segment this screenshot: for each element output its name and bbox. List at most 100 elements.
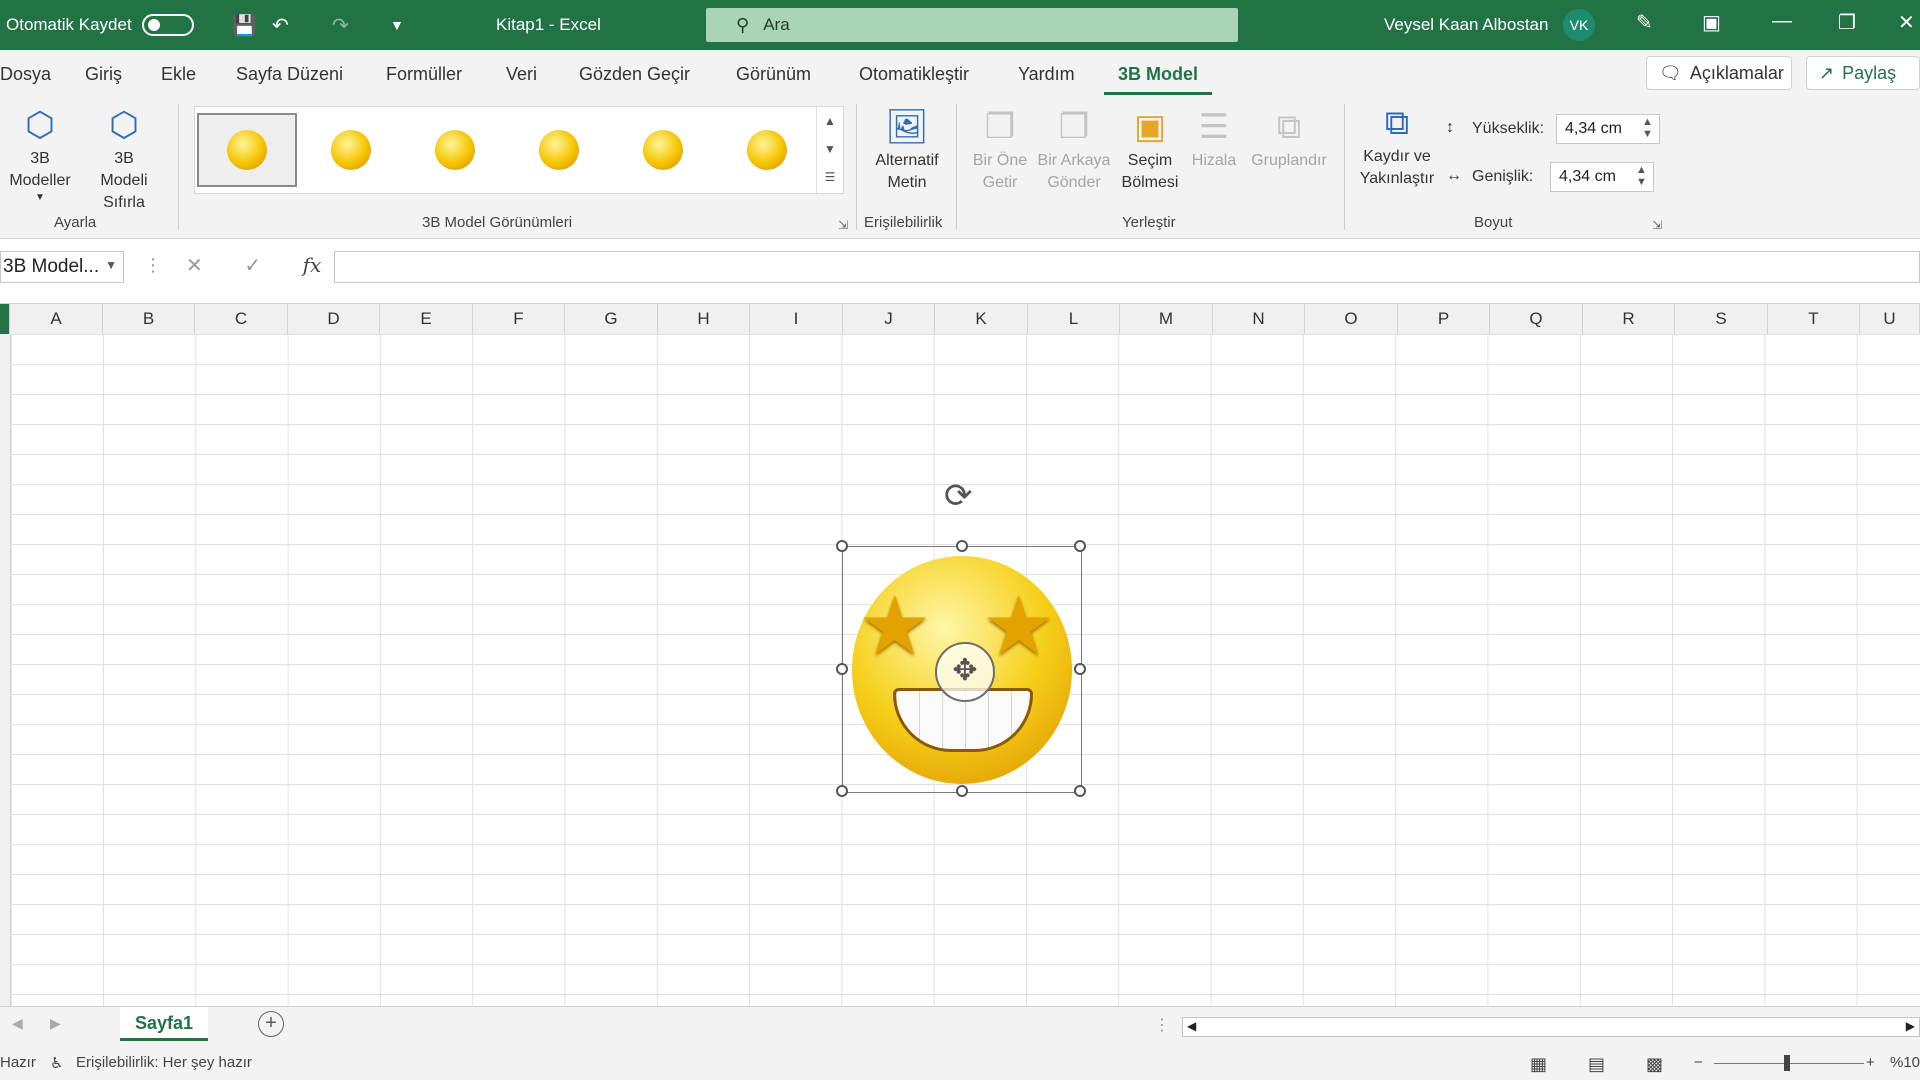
column-header[interactable]: K [935,304,1028,334]
cancel-icon[interactable]: ✕ [186,255,203,277]
view-thumb-4[interactable] [509,113,609,187]
tab-3b-model[interactable]: 3B Model [1103,64,1213,95]
pan-zoom-button[interactable]: ⧉ Kaydır ve Yakınlaştır [1352,102,1442,190]
split-handle-icon[interactable]: ⋮ [1154,1015,1170,1035]
resize-handle[interactable] [836,663,848,675]
customize-toolbar-icon[interactable]: ▼ [390,17,404,33]
column-header[interactable]: F [473,304,565,334]
tab-gorunum[interactable]: Görünüm [736,64,811,85]
ribbon-display-icon[interactable]: ▣ [1702,10,1721,35]
tab-otomatiklestir[interactable]: Otomatikleştir [859,64,969,85]
column-header[interactable]: H [658,304,750,334]
column-header[interactable]: O [1305,304,1398,334]
resize-handle[interactable] [1074,540,1086,552]
3d-rotate-control-icon[interactable]: ✥ [935,642,995,702]
scroll-right-icon[interactable]: ▶ [1906,1019,1915,1033]
undo-icon[interactable]: ↶ [272,13,289,38]
tab-gozden-gecir[interactable]: Gözden Geçir [579,64,690,85]
resize-handle[interactable] [836,785,848,797]
restore-icon[interactable]: ❐ [1838,10,1856,35]
accessibility-status[interactable]: Erişilebilirlik: Her şey hazır [76,1054,252,1071]
resize-handle[interactable] [956,785,968,797]
column-header[interactable]: A [10,304,103,334]
resize-handle[interactable] [956,540,968,552]
zoom-in-icon[interactable]: + [1866,1054,1875,1071]
next-sheet-icon[interactable]: ▶ [50,1015,61,1032]
formula-input[interactable] [334,251,1920,283]
zoom-slider-thumb[interactable] [1784,1055,1790,1071]
name-box[interactable]: 3B Model... ▼ [0,251,124,283]
width-spinner-icon[interactable]: ▲ ▼ [1636,164,1647,188]
close-icon[interactable]: ✕ [1898,10,1915,35]
insert-function-icon[interactable]: fx [303,253,322,277]
user-name[interactable]: Veysel Kaan Albostan [1384,15,1548,35]
add-sheet-icon[interactable]: + [258,1011,284,1037]
avatar[interactable]: VK [1563,9,1595,41]
zoom-out-icon[interactable]: − [1694,1054,1703,1071]
column-header[interactable]: I [750,304,843,334]
tab-veri[interactable]: Veri [506,64,537,85]
gallery-scroll[interactable]: ▲ ▼ ☰ [816,107,843,193]
view-thumb-1[interactable] [197,113,297,187]
tab-dosya[interactable]: Dosya [0,64,51,85]
send-backward-button[interactable]: ❐ Bir Arkaya Gönder [1034,106,1114,194]
normal-view-icon[interactable]: ▦ [1530,1054,1547,1075]
dialog-launcher-icon[interactable]: ⇲ [838,218,848,232]
column-header[interactable]: T [1768,304,1860,334]
column-header[interactable]: J [843,304,935,334]
column-header[interactable]: P [1398,304,1490,334]
gallery-down-icon[interactable]: ▼ [817,135,843,163]
column-header[interactable]: E [380,304,473,334]
column-header[interactable]: S [1675,304,1768,334]
comments-button[interactable]: 🗨 Açıklamalar [1646,56,1792,90]
column-header[interactable]: D [288,304,380,334]
search-box[interactable]: ⚲ Ara [706,8,1238,42]
redo-icon[interactable]: ↷ [332,13,349,38]
resize-handle[interactable] [1074,663,1086,675]
column-header[interactable]: C [195,304,288,334]
selection-pane-button[interactable]: ▣ Seçim Bölmesi [1114,106,1186,194]
pen-icon[interactable]: ✎ [1636,10,1653,35]
rotate-handle-icon[interactable]: ⟳ [944,476,973,516]
reset-3d-model-button[interactable]: ⬡ 3B Modeli Sıfırla [82,104,166,214]
gallery-more-icon[interactable]: ☰ [817,163,843,191]
tab-giris[interactable]: Giriş [85,64,122,85]
page-layout-view-icon[interactable]: ▤ [1588,1054,1605,1075]
prev-sheet-icon[interactable]: ◀ [12,1015,23,1032]
column-header[interactable]: G [565,304,658,334]
view-thumb-3[interactable] [405,113,505,187]
column-header[interactable]: M [1120,304,1213,334]
resize-handle[interactable] [836,540,848,552]
column-header[interactable]: U [1860,304,1920,334]
page-break-view-icon[interactable]: ▩ [1646,1054,1663,1075]
autosave-toggle[interactable] [141,14,194,36]
confirm-icon[interactable]: ✓ [244,255,261,277]
autosave[interactable]: Otomatik Kaydet [6,14,194,36]
tab-formuller[interactable]: Formüller [386,64,462,85]
view-thumb-6[interactable] [717,113,817,187]
save-icon[interactable]: 💾 [232,13,257,38]
column-header[interactable]: R [1583,304,1675,334]
view-thumb-2[interactable] [301,113,401,187]
scroll-left-icon[interactable]: ◀ [1187,1019,1196,1033]
resize-handle[interactable] [1074,785,1086,797]
3d-views-gallery[interactable]: ▲ ▼ ☰ [194,106,844,194]
zoom-level[interactable]: %100 [1890,1054,1920,1071]
view-thumb-5[interactable] [613,113,713,187]
gallery-up-icon[interactable]: ▲ [817,107,843,135]
column-header[interactable]: L [1028,304,1120,334]
tab-yardim[interactable]: Yardım [1018,64,1075,85]
size-dialog-launcher-icon[interactable]: ⇲ [1652,218,1662,232]
group-button[interactable]: ⧉ Gruplandır [1244,106,1334,172]
sheet-tab-sayfa1[interactable]: Sayfa1 [120,1007,208,1041]
bring-forward-button[interactable]: ❐ Bir Öne Getir [964,106,1036,194]
tab-sayfa-duzeni[interactable]: Sayfa Düzeni [236,64,343,85]
horizontal-scrollbar[interactable]: ◀ ▶ [1182,1017,1920,1037]
tab-ekle[interactable]: Ekle [161,64,196,85]
column-header[interactable]: N [1213,304,1305,334]
column-header[interactable]: Q [1490,304,1583,334]
column-header[interactable]: B [103,304,195,334]
3d-models-button[interactable]: ⬡ 3B Modeller ▼ [0,104,80,204]
share-button[interactable]: ↗ Paylaş [1806,56,1920,90]
align-button[interactable]: ☰ Hizala [1186,106,1242,172]
